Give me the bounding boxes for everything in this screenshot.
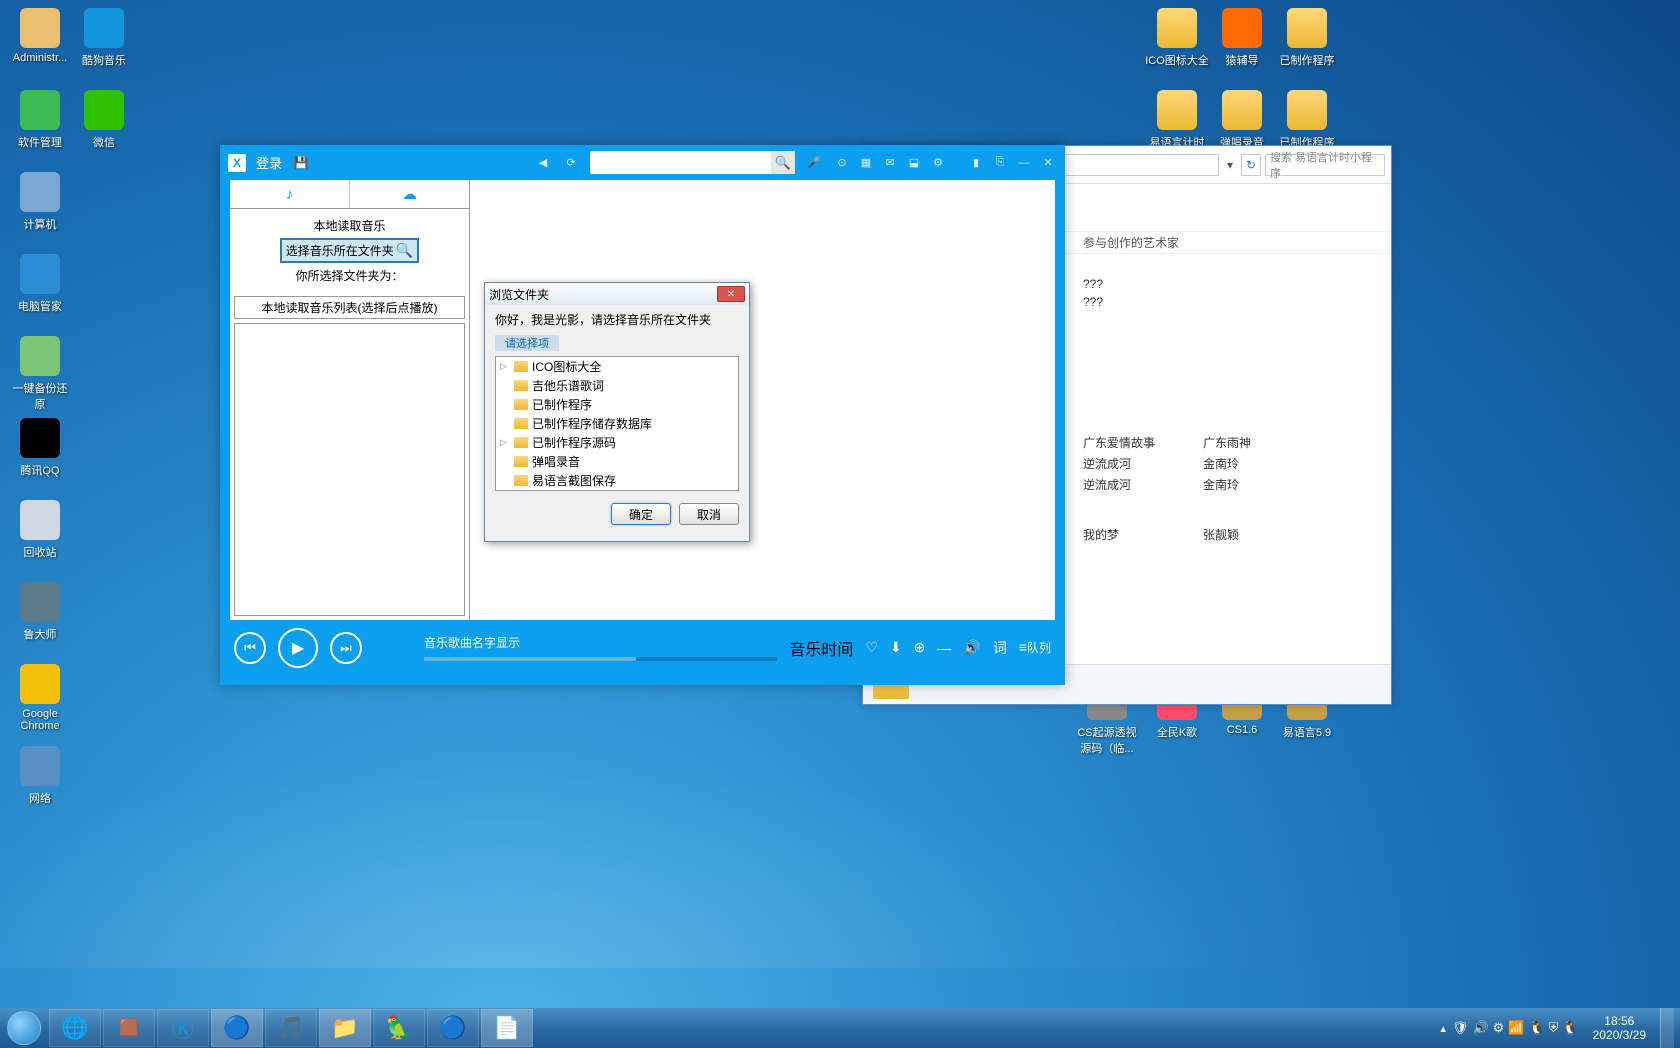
prev-button[interactable]: ⏮ (234, 632, 266, 664)
task-minecraft[interactable]: 🟫 (103, 1009, 155, 1047)
local-music-title: 本地读取音乐 (238, 217, 461, 234)
tree-item[interactable]: 易语言截图保存 (496, 471, 738, 490)
desktop-icon[interactable]: 弹唱录音 (1210, 90, 1274, 150)
ok-button[interactable]: 确定 (611, 503, 671, 525)
task-app2[interactable]: 🦜 (373, 1009, 425, 1047)
desktop-icon[interactable]: 软件管理 (8, 90, 72, 150)
task-kugou[interactable]: Ⓚ (157, 1009, 209, 1047)
back-icon[interactable]: ◀ (534, 154, 552, 172)
systray-icon[interactable]: ⛨ (1549, 1020, 1559, 1036)
systray-up-icon[interactable]: ▴ (1440, 1022, 1446, 1035)
systray-icon[interactable]: 🔊 (1472, 1020, 1488, 1036)
refresh-icon[interactable]: ⟳ (562, 154, 580, 172)
magnifier-icon: 🔍 (396, 242, 413, 259)
tree-item[interactable]: ICO图标大全 (496, 357, 738, 376)
folder-tree[interactable]: ICO图标大全吉他乐谱歌词已制作程序已制作程序储存数据库已制作程序源码弹唱录音易… (495, 356, 739, 491)
playlist-box[interactable] (234, 323, 465, 616)
search-input[interactable] (590, 156, 771, 170)
tree-item[interactable]: 已制作程序源码 (496, 433, 738, 452)
desktop-icon[interactable]: ICO图标大全 (1145, 8, 1209, 68)
desktop-icon[interactable]: 网络 (8, 746, 72, 806)
queue-button[interactable]: ≡队列 (1019, 639, 1051, 656)
task-app1[interactable]: 🎵 (265, 1009, 317, 1047)
more-icon[interactable]: ⊕ (914, 639, 926, 656)
cloud-icon[interactable]: ⬓ (905, 154, 923, 172)
dialog-close-button[interactable]: ✕ (717, 286, 745, 302)
tree-item[interactable]: 已制作程序储存数据库 (496, 414, 738, 433)
task-chrome[interactable]: 🔵 (211, 1009, 263, 1047)
search-box: 🔍 (590, 151, 795, 174)
song-name-display: 音乐歌曲名字显示 (424, 636, 520, 650)
select-folder-button[interactable]: 选择音乐所在文件夹🔍 (280, 238, 419, 263)
start-button[interactable] (0, 1008, 48, 1048)
desktop-icon[interactable]: 腾讯QQ (8, 418, 72, 478)
login-button[interactable]: 登录 (256, 153, 282, 172)
selected-folder-label: 你所选择文件夹为： (238, 267, 461, 284)
progress-bar[interactable] (424, 657, 777, 661)
refresh-button[interactable]: ↻ (1241, 154, 1261, 176)
desktop-icon[interactable]: 微信 (72, 90, 136, 150)
download-icon[interactable]: ⬇ (890, 639, 902, 656)
systray-icon[interactable]: 🛡 (1452, 1020, 1469, 1036)
next-button[interactable]: ⏭ (330, 632, 362, 664)
save-icon[interactable]: 💾 (292, 154, 310, 172)
grid-icon[interactable]: ▦ (857, 154, 875, 172)
desktop-icon[interactable]: Administr... (8, 8, 72, 64)
mail-icon[interactable]: ✉ (881, 154, 899, 172)
systray-icon[interactable]: 🐧 (1562, 1020, 1578, 1036)
desktop-icon[interactable]: 已制作程序 (1275, 8, 1339, 68)
col-artist[interactable]: 参与创作的艺术家 (1083, 234, 1391, 251)
explorer-search[interactable]: 搜索 易语言计时小程序 (1265, 154, 1385, 176)
record-icon[interactable]: ⊙ (833, 154, 851, 172)
windows-orb-icon (7, 1011, 41, 1045)
mini-icon[interactable]: ▮ (967, 154, 985, 172)
tree-item[interactable]: 吉他乐谱歌词 (496, 376, 738, 395)
desktop-icon[interactable]: 回收站 (8, 500, 72, 560)
dialog-message: 你好，我是光影，请选择音乐所在文件夹 (485, 305, 749, 334)
address-dropdown[interactable]: ▾ (1223, 158, 1237, 172)
tab-music[interactable]: ♪ (230, 180, 350, 208)
desktop-icon[interactable]: 鲁大师 (8, 582, 72, 642)
taskbar-clock[interactable]: 18:56 2020/3/29 (1585, 1014, 1654, 1043)
dialog-selected: 请选择项 (495, 335, 559, 351)
volume-icon[interactable]: 🔊 (963, 639, 980, 656)
systray-icon[interactable]: 🐧 (1528, 1020, 1544, 1036)
cancel-button[interactable]: 取消 (679, 503, 739, 525)
play-button[interactable]: ▶ (278, 628, 318, 668)
app-logo-icon: X (228, 154, 246, 172)
dash-icon[interactable]: — (937, 640, 951, 656)
tab-cloud[interactable]: ☁ (350, 180, 469, 208)
desktop-icon[interactable]: 酷狗音乐 (72, 8, 136, 68)
close-icon[interactable]: ✕ (1039, 154, 1057, 172)
show-desktop-button[interactable] (1660, 1008, 1674, 1048)
compact-icon[interactable]: ⎘ (991, 154, 1009, 172)
mic-icon[interactable]: 🎤 (805, 154, 823, 172)
task-app4[interactable]: 📄 (481, 1009, 533, 1047)
dialog-titlebar: 浏览文件夹 ✕ (485, 283, 749, 305)
tree-item[interactable]: 易语言计时小程序 (496, 490, 738, 491)
browse-folder-dialog: 浏览文件夹 ✕ 你好，我是光影，请选择音乐所在文件夹 请选择项 ICO图标大全吉… (484, 282, 750, 542)
desktop-icon[interactable]: 猿辅导 (1210, 8, 1274, 68)
playlist-title: 本地读取音乐列表(选择后点播放) (234, 296, 465, 319)
desktop-icon[interactable]: 电脑管家 (8, 254, 72, 314)
desktop-icon[interactable]: 计算机 (8, 172, 72, 232)
task-app3[interactable]: 🔵 (427, 1009, 479, 1047)
lyric-button[interactable]: 词 (993, 638, 1007, 658)
player-titlebar: X 登录 💾 ◀ ⟳ 🔍 🎤 ⊙ ▦ ✉ ⬓ ⚙ ▮ ⎘ — ✕ (220, 145, 1065, 180)
desktop-icon[interactable]: 一键备份还原 (8, 336, 72, 412)
desktop-icon[interactable]: Google Chrome (8, 664, 72, 732)
systray-icon[interactable]: 📶 (1508, 1020, 1524, 1036)
minimize-icon[interactable]: — (1015, 154, 1033, 172)
tree-item[interactable]: 弹唱录音 (496, 452, 738, 471)
like-icon[interactable]: ♡ (865, 639, 878, 656)
tree-item[interactable]: 已制作程序 (496, 395, 738, 414)
task-explorer[interactable]: 📁 (319, 1009, 371, 1047)
music-time-display: 音乐时间 (789, 636, 853, 660)
settings-icon[interactable]: ⚙ (929, 154, 947, 172)
task-ie[interactable]: 🌐 (49, 1009, 101, 1047)
search-button[interactable]: 🔍 (771, 151, 795, 174)
dialog-title: 浏览文件夹 (489, 286, 549, 303)
systray-icon[interactable]: ⚙ (1493, 1020, 1505, 1036)
taskbar: 🌐 🟫 Ⓚ 🔵 🎵 📁 🦜 🔵 📄 ▴ 🛡 🔊 ⚙ 📶 🐧 ⛨ 🐧 18:56 … (0, 1008, 1680, 1048)
